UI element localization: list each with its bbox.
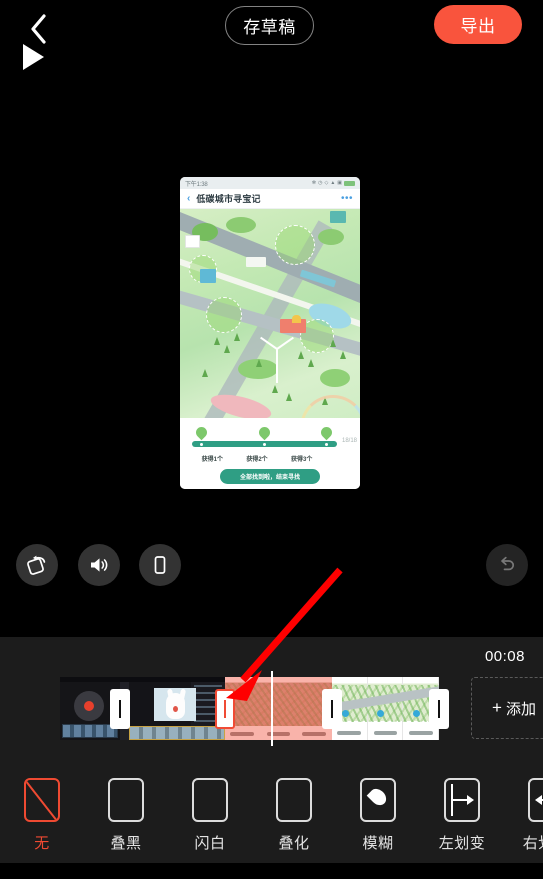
- clip-2-thumbnail: [120, 677, 225, 740]
- play-button[interactable]: [18, 40, 48, 74]
- battery-icon: [344, 180, 355, 186]
- more-dots-icon: •••: [340, 192, 353, 204]
- transition-option-flash-white-label: 闪白: [194, 835, 226, 852]
- transition-option-wipe-left-label: 左划变: [438, 835, 486, 852]
- wipe-left-icon: [444, 778, 480, 822]
- add-clip-label: 添加: [505, 700, 536, 718]
- transition-option-fade-black[interactable]: 叠黑: [84, 778, 168, 853]
- export-button[interactable]: 导出: [434, 5, 522, 44]
- transition-handle-1[interactable]: [110, 688, 130, 729]
- progress-labels: 获得1个 获得2个 获得3个: [190, 454, 350, 463]
- clip-strip[interactable]: [60, 677, 449, 740]
- wipe-right-icon: [528, 778, 543, 822]
- video-editor-screen: 存草稿 导出 下午1:38 ✻ ◷ ◇ ▲ ▣ ‹ 低碳城市寻宝记 ••• 18…: [0, 0, 543, 879]
- rotate-icon: [27, 555, 46, 575]
- transition-option-dissolve[interactable]: 叠化: [252, 778, 336, 853]
- phone-icon: [154, 556, 166, 574]
- preview-stage[interactable]: 下午1:38 ✻ ◷ ◇ ▲ ▣ ‹ 低碳城市寻宝记 ••• 18/18 获得1…: [0, 58, 543, 535]
- timeline-duration: 00:08: [484, 648, 525, 665]
- rotate-button[interactable]: [16, 544, 58, 586]
- transition-handle-2[interactable]: [215, 688, 235, 729]
- preview-back-icon: ‹: [187, 193, 191, 204]
- flash-white-icon: [192, 778, 228, 822]
- progress-fraction: 18/18: [342, 438, 358, 444]
- play-icon: [22, 44, 44, 70]
- save-draft-button[interactable]: 存草稿: [225, 6, 314, 45]
- blur-icon: [360, 778, 396, 822]
- transition-handle-3[interactable]: [322, 688, 342, 729]
- transition-option-fade-black-label: 叠黑: [110, 835, 142, 852]
- bottom-safe-area: [0, 863, 543, 879]
- clip-3[interactable]: [225, 677, 332, 740]
- fade-black-icon: [108, 778, 144, 822]
- transition-picker[interactable]: 无 叠黑 闪白 叠化 模糊 左划变 右划变: [0, 765, 543, 865]
- preview-status-bar: 下午1:38 ✻ ◷ ◇ ▲ ▣: [180, 177, 360, 189]
- clip-4-thumbnail: [332, 677, 439, 740]
- playhead[interactable]: [271, 671, 273, 746]
- transition-option-blur[interactable]: 模糊: [336, 778, 420, 853]
- alarm-icon: ◷: [318, 180, 323, 186]
- video-preview[interactable]: 下午1:38 ✻ ◷ ◇ ▲ ▣ ‹ 低碳城市寻宝记 ••• 18/18 获得1…: [180, 177, 360, 489]
- transition-option-flash-white[interactable]: 闪白: [168, 778, 252, 853]
- transition-option-none-label: 无: [34, 835, 50, 852]
- undo-icon: [501, 556, 515, 571]
- finish-search-button: 全部找到啦，结束寻找: [220, 469, 320, 484]
- no-transition-icon: [24, 778, 60, 822]
- preview-title: 低碳城市寻宝记: [196, 194, 261, 204]
- progress-step-3: 获得3个: [291, 457, 313, 463]
- progress-step-2: 获得2个: [246, 457, 268, 463]
- volume-button[interactable]: [78, 544, 120, 586]
- status-time: 下午1:38: [185, 181, 208, 188]
- export-label: 导出: [460, 17, 496, 36]
- transition-option-dissolve-label: 叠化: [278, 835, 310, 852]
- transition-option-wipe-left[interactable]: 左划变: [420, 778, 504, 853]
- clip-2[interactable]: [120, 677, 225, 740]
- transition-option-wipe-right[interactable]: 右划变: [504, 778, 543, 853]
- preview-progress-panel: 18/18 获得1个 获得2个 获得3个 全部找到啦，结束寻找: [180, 418, 360, 489]
- status-icons: ✻ ◷ ◇ ▲ ▣: [312, 180, 355, 186]
- preview-nav-bar: ‹ 低碳城市寻宝记 •••: [180, 189, 360, 209]
- clip-3-thumbnail: [225, 677, 332, 740]
- dissolve-icon: [276, 778, 312, 822]
- progress-track: 18/18: [190, 424, 357, 453]
- progress-step-1: 获得1个: [201, 457, 223, 463]
- transition-option-blur-label: 模糊: [362, 835, 394, 852]
- top-bar: 存草稿 导出: [0, 0, 543, 58]
- signal-icon: ▣: [337, 180, 342, 186]
- transition-handle-4[interactable]: [429, 688, 449, 729]
- transition-option-none[interactable]: 无: [0, 778, 84, 853]
- city-illustration: [180, 209, 360, 418]
- preview-tool-row: [0, 541, 543, 593]
- finish-search-label: 全部找到啦，结束寻找: [239, 475, 300, 481]
- transition-option-wipe-right-label: 右划变: [522, 835, 543, 852]
- plus-icon: +: [492, 698, 502, 717]
- shield-icon: ◇: [324, 180, 329, 186]
- undo-button[interactable]: [486, 544, 528, 586]
- volume-icon: [91, 558, 108, 572]
- add-clip-button[interactable]: + 添加: [471, 677, 543, 739]
- clip-4[interactable]: [332, 677, 439, 740]
- canvas-ratio-button[interactable]: [139, 544, 181, 586]
- save-draft-label: 存草稿: [243, 18, 296, 37]
- wifi-icon: ▲: [330, 180, 336, 186]
- bluetooth-icon: ✻: [311, 180, 317, 186]
